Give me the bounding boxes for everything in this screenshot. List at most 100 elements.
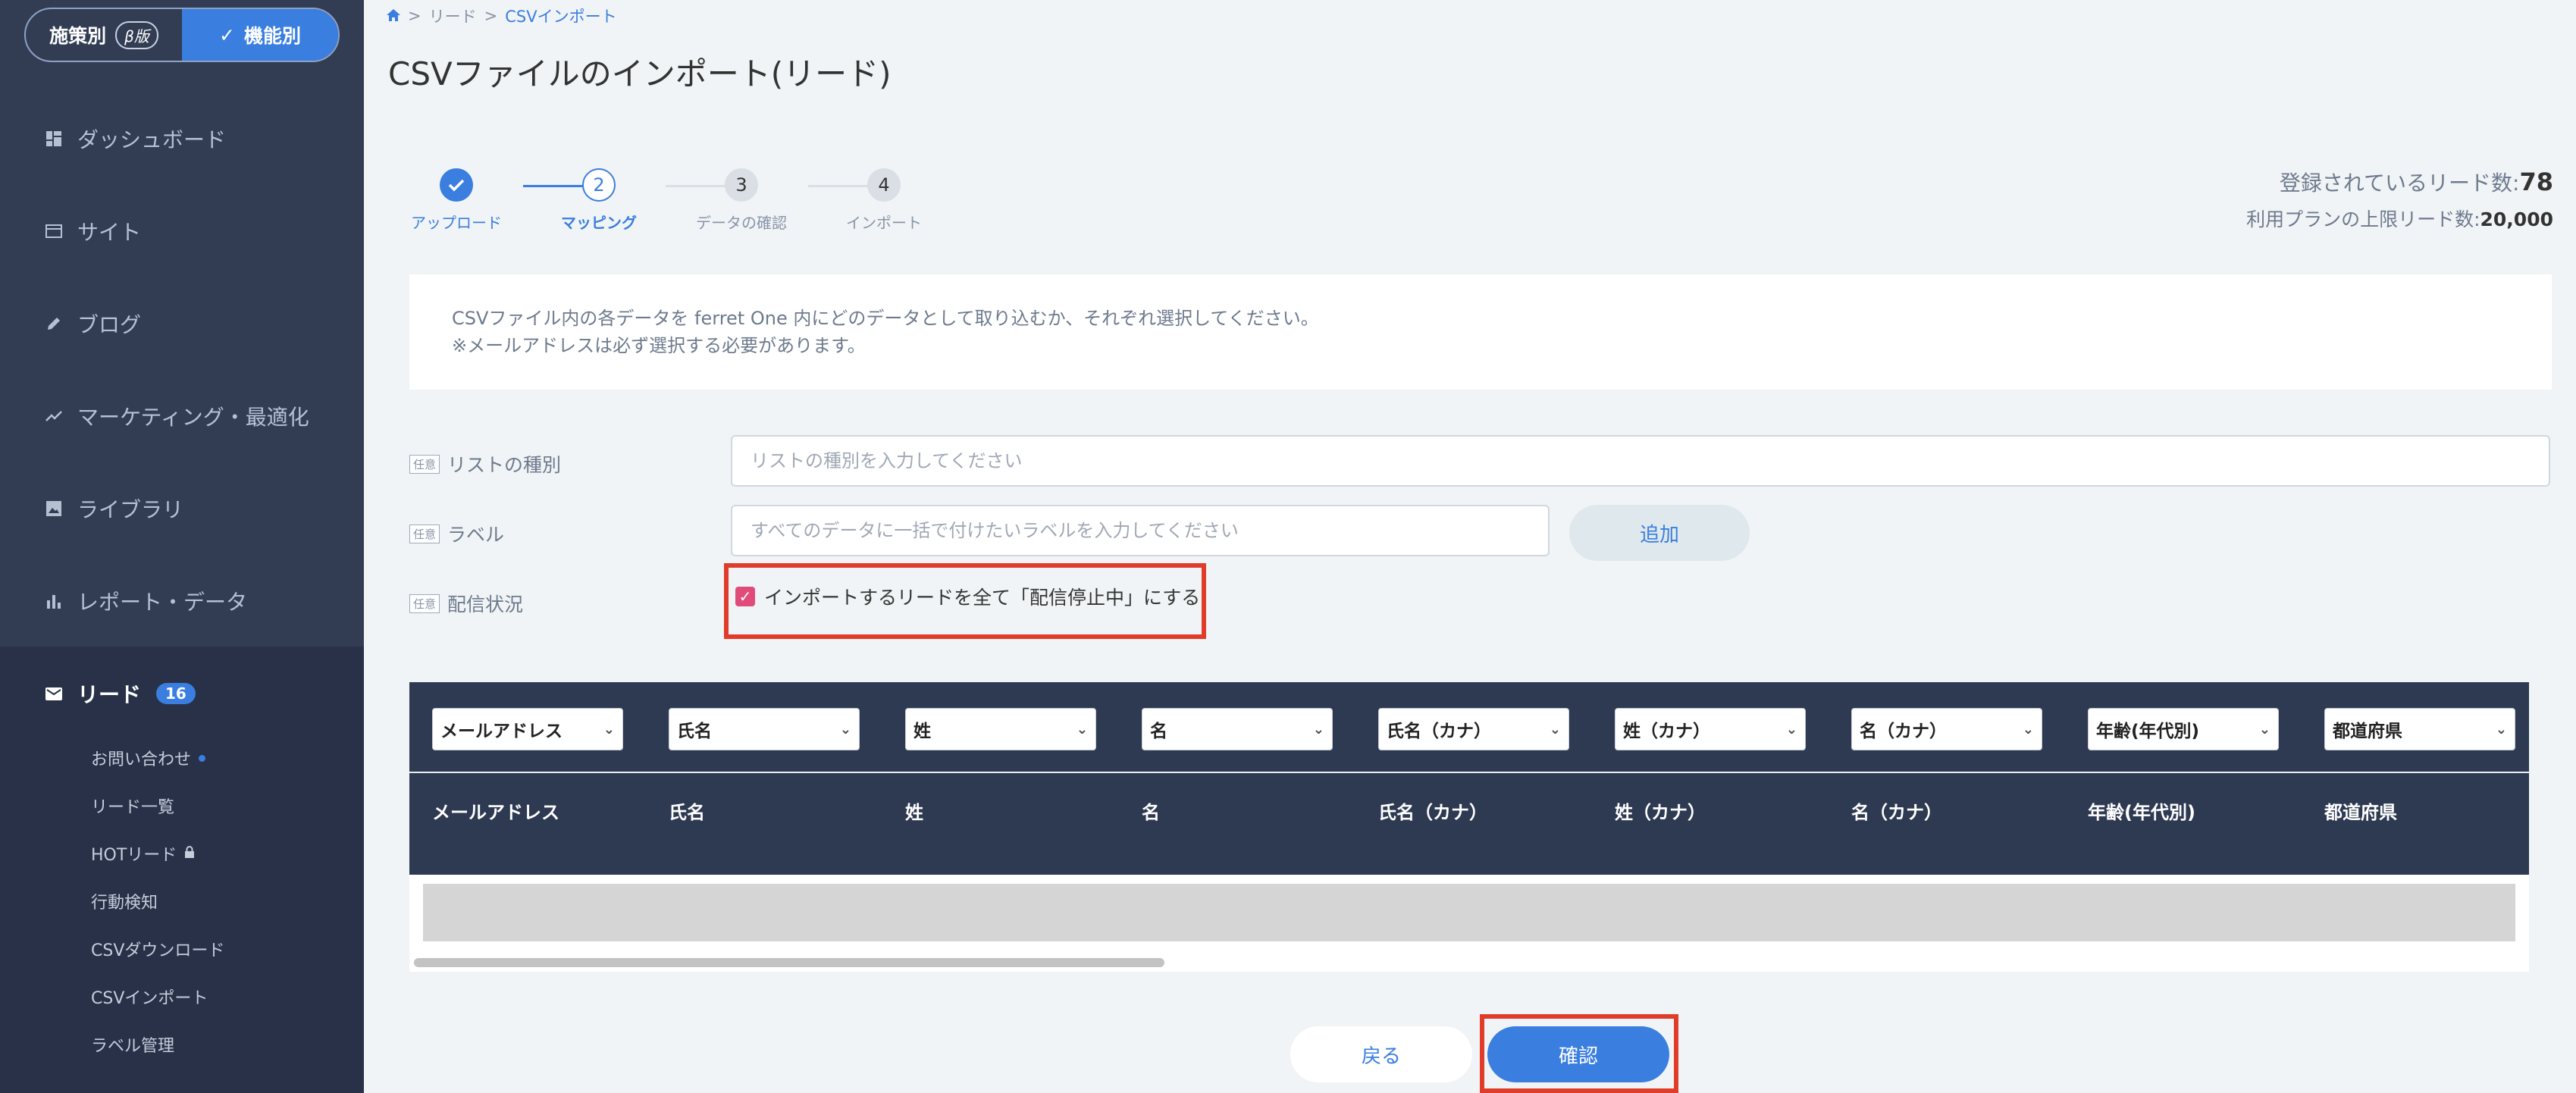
lead-count-badge: 16 xyxy=(156,683,196,704)
map-select-lastname-kana[interactable]: 姓（カナ） ⌄ xyxy=(1615,708,1806,750)
step-mapping: 2 マッピング xyxy=(523,168,675,233)
sidebar-subitem-label: お問い合わせ xyxy=(91,750,192,769)
chevron-down-icon: ⌄ xyxy=(1076,721,1088,738)
step-number: 3 xyxy=(725,168,758,202)
sidebar-subitem-csv-import[interactable]: CSVインポート xyxy=(91,985,208,1009)
pencil-icon xyxy=(45,315,62,332)
horizontal-scrollbar[interactable] xyxy=(409,954,2529,972)
site-icon xyxy=(45,223,62,240)
optional-tag: 任意 xyxy=(409,524,440,543)
add-label-button[interactable]: 追加 xyxy=(1569,505,1750,561)
by-feature-label: 機能別 xyxy=(243,25,301,47)
list-type-row: 任意 リストの種別 xyxy=(409,450,561,478)
chevron-down-icon: ⌄ xyxy=(839,721,851,738)
sidebar-subitem-label: HOTリード xyxy=(91,846,177,865)
sidebar-item-library[interactable]: ライブラリ xyxy=(45,493,183,524)
new-dot-icon xyxy=(199,754,206,762)
confirm-button[interactable]: 確認 xyxy=(1487,1026,1669,1082)
mapping-table-header: メールアドレス ⌄ 氏名 ⌄ 姓 ⌄ 名 ⌄ 氏名（カナ） ⌄ 姓（カナ） ⌄ 名（カナ） ⌄… xyxy=(409,682,2529,875)
map-select-lastname[interactable]: 姓 ⌄ xyxy=(905,708,1096,750)
sidebar-item-site[interactable]: サイト xyxy=(45,216,141,246)
sidebar-item-lead[interactable]: リード 16 xyxy=(45,678,196,709)
sidebar-item-label: マーケティング・最適化 xyxy=(77,405,309,430)
sidebar-subitem-label: CSVインポート xyxy=(91,989,208,1008)
mail-icon xyxy=(45,685,62,702)
column-header: 都道府県 xyxy=(2324,802,2397,823)
label-input[interactable] xyxy=(731,505,1550,556)
delivery-status-label: 配信状況 xyxy=(447,593,524,615)
stop-delivery-checkbox-row[interactable]: ✓ インポートするリードを全て「配信停止中」にする xyxy=(735,583,1200,610)
breadcrumb: > リード > CSVインポート xyxy=(387,5,617,27)
map-select-fullname-kana[interactable]: 氏名（カナ） ⌄ xyxy=(1378,708,1569,750)
instructions-line: CSVファイル内の各データを ferret One 内にどのデータとして取り込む… xyxy=(452,308,1319,329)
sidebar-subitem-behavior[interactable]: 行動検知 xyxy=(91,889,158,913)
step-number: 2 xyxy=(582,168,616,202)
sidebar-subitem-lead-list[interactable]: リード一覧 xyxy=(91,794,174,818)
select-value: 姓 xyxy=(914,722,931,741)
step-label: インポート xyxy=(846,214,922,232)
header-divider xyxy=(409,772,2529,773)
sidebar-subitem-label: リード一覧 xyxy=(91,798,175,817)
breadcrumb-lead[interactable]: リード xyxy=(429,5,477,27)
sidebar-item-dashboard[interactable]: ダッシュボード xyxy=(45,124,226,154)
optional-tag: 任意 xyxy=(409,454,440,474)
breadcrumb-csv-import[interactable]: CSVインポート xyxy=(505,5,616,27)
select-value: 名（カナ） xyxy=(1860,722,1947,741)
select-value: 氏名（カナ） xyxy=(1387,722,1491,741)
sidebar-item-label: リード xyxy=(77,682,142,707)
sidebar-item-blog[interactable]: ブログ xyxy=(45,308,141,339)
column-header: メールアドレス xyxy=(432,802,559,823)
sidebar-item-label: ブログ xyxy=(77,312,142,337)
list-type-label: リストの種別 xyxy=(447,454,562,476)
mode-toggle: 施策別 β版 ✓ 機能別 xyxy=(24,8,340,62)
sidebar-item-marketing[interactable]: マーケティング・最適化 xyxy=(45,401,309,431)
plan-limit: 利用プランの上限リード数:20,000 xyxy=(2246,205,2553,232)
column-header: 氏名（カナ） xyxy=(1378,802,1487,823)
chevron-down-icon: ⌄ xyxy=(2495,721,2507,738)
scrollbar-thumb[interactable] xyxy=(414,958,1164,967)
map-select-email[interactable]: メールアドレス ⌄ xyxy=(432,708,623,750)
sidebar-subitem-label: ラベル管理 xyxy=(91,1037,175,1056)
by-measure-label: 施策別 xyxy=(49,25,107,47)
by-feature-toggle[interactable]: ✓ 機能別 xyxy=(182,9,338,61)
home-icon[interactable] xyxy=(387,7,400,25)
list-type-input[interactable] xyxy=(731,435,2550,487)
step-label: マッピング xyxy=(561,214,637,232)
map-select-firstname-kana[interactable]: 名（カナ） ⌄ xyxy=(1851,708,2042,750)
registered-leads-value: 78 xyxy=(2519,168,2553,196)
sidebar-item-report[interactable]: レポート・データ xyxy=(45,586,247,616)
label-field-label: ラベル xyxy=(447,524,505,546)
sidebar-subitem-csv-download[interactable]: CSVダウンロード xyxy=(91,937,224,961)
map-select-firstname[interactable]: 名 ⌄ xyxy=(1142,708,1333,750)
column-header: 氏名 xyxy=(669,802,705,823)
select-value: 氏名 xyxy=(677,722,712,741)
column-header: 年齢(年代別) xyxy=(2088,802,2195,823)
stop-delivery-checkbox[interactable]: ✓ xyxy=(735,587,755,606)
sidebar-subitem-label-manage[interactable]: ラベル管理 xyxy=(91,1032,174,1057)
bar-chart-icon xyxy=(45,593,62,609)
sidebar-item-label: ライブラリ xyxy=(77,497,184,522)
data-row-placeholder xyxy=(423,884,2515,941)
mapping-table: メールアドレス ⌄ 氏名 ⌄ 姓 ⌄ 名 ⌄ 氏名（カナ） ⌄ 姓（カナ） ⌄ 名（カナ） ⌄… xyxy=(409,682,2529,970)
step-number: 4 xyxy=(867,168,901,202)
select-value: 年齢(年代別) xyxy=(2096,722,2200,741)
sidebar-subitem-hot-lead[interactable]: HOTリード xyxy=(91,841,195,866)
registered-leads: 登録されているリード数:78 xyxy=(2246,167,2553,197)
by-measure-toggle[interactable]: 施策別 β版 xyxy=(26,9,182,61)
image-icon xyxy=(45,500,62,517)
select-value: 姓（カナ） xyxy=(1623,722,1710,741)
sidebar-subitem-inquiry[interactable]: お問い合わせ xyxy=(91,746,206,770)
dashboard-icon xyxy=(45,130,62,147)
sidebar-item-label: レポート・データ xyxy=(77,590,248,615)
trend-icon xyxy=(45,408,62,424)
map-select-prefecture[interactable]: 都道府県 ⌄ xyxy=(2324,708,2515,750)
optional-tag: 任意 xyxy=(409,593,440,613)
map-select-fullname[interactable]: 氏名 ⌄ xyxy=(669,708,860,750)
column-header: 名（カナ） xyxy=(1851,802,1942,823)
sidebar-item-label: サイト xyxy=(77,220,142,245)
column-header: 姓 xyxy=(905,802,923,823)
stop-delivery-label: インポートするリードを全て「配信停止中」にする xyxy=(764,587,1201,609)
back-button[interactable]: 戻る xyxy=(1290,1026,1472,1082)
map-select-age[interactable]: 年齢(年代別) ⌄ xyxy=(2088,708,2279,750)
plan-limit-value: 20,000 xyxy=(2480,208,2553,230)
